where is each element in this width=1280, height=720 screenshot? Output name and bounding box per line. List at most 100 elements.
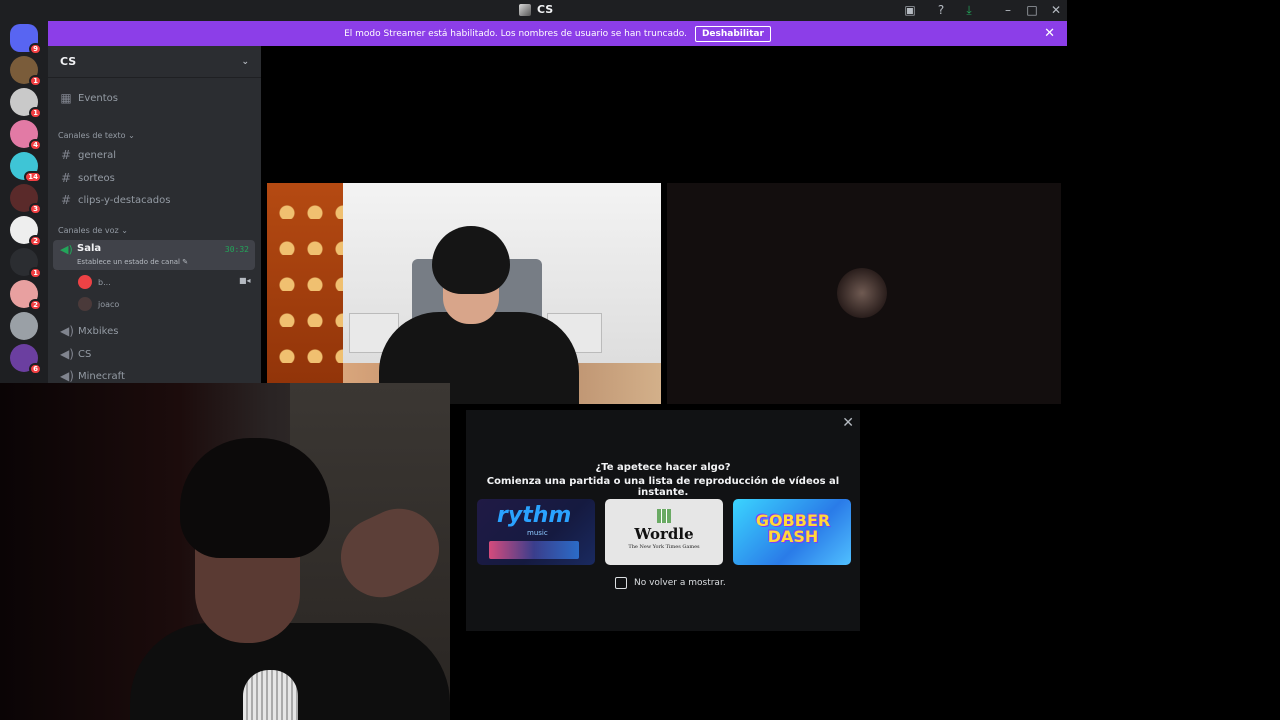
- voice-channel-name: Sala: [77, 243, 102, 254]
- webcam-overlay: [0, 383, 450, 720]
- channel-status-text: Establece un estado de canal: [77, 258, 181, 266]
- hash-icon: #: [60, 148, 72, 162]
- voice-user[interactable]: b...: [78, 274, 111, 290]
- channel-label: Minecraft: [78, 370, 125, 382]
- server-header[interactable]: CS ⌄: [48, 46, 261, 78]
- events-label: Eventos: [78, 92, 118, 104]
- voice-channel-sala[interactable]: ◀) Sala 30:32 Establece un estado de can…: [53, 240, 255, 270]
- maximize-icon[interactable]: □: [1025, 3, 1039, 17]
- notification-badge: 9: [29, 43, 42, 55]
- minimize-icon[interactable]: –: [1001, 3, 1015, 17]
- activity-card-rythm[interactable]: rythm music: [477, 499, 595, 565]
- notification-badge: 1: [29, 267, 42, 279]
- notification-badge: 1: [29, 75, 42, 87]
- speaker-icon: ◀): [60, 243, 73, 256]
- app-icon: [519, 3, 531, 16]
- activity-prompt: ✕ ¿Te apetece hacer algo? Comienza una p…: [466, 410, 860, 631]
- video-tile-user[interactable]: [267, 183, 661, 404]
- dont-show-again[interactable]: No volver a mostrar.: [615, 577, 726, 589]
- notification-badge: 1: [29, 107, 42, 119]
- guild-icon[interactable]: 3: [10, 184, 42, 215]
- guild-list: 9 1 1 4 14 3 2 1 2 6: [0, 21, 48, 383]
- microphone: [243, 670, 298, 720]
- streamer-mode-banner: El modo Streamer está habilitado. Los no…: [48, 21, 1067, 46]
- person-hair: [432, 226, 510, 294]
- voice-channel-cs[interactable]: ◀) CS: [56, 344, 254, 364]
- gobber-dash-title: GOBBER DASH: [755, 511, 831, 546]
- text-category[interactable]: Canales de texto ⌄: [58, 131, 135, 140]
- channel-label: Mxbikes: [78, 325, 119, 337]
- notification-badge: 3: [29, 203, 42, 215]
- hash-icon: #: [60, 193, 72, 207]
- video-tile-dark[interactable]: [667, 183, 1061, 404]
- person: [379, 226, 579, 404]
- screen-icon[interactable]: ▣: [903, 3, 917, 17]
- wordle-title: Wordle: [634, 525, 694, 543]
- channel-sorteos[interactable]: # sorteos: [56, 168, 254, 188]
- checkbox[interactable]: [615, 577, 627, 589]
- curtain: [267, 183, 343, 404]
- speaker-icon: ◀): [60, 347, 74, 361]
- guild-icon[interactable]: 1: [10, 248, 42, 279]
- channel-sidebar: CS ⌄ ▦ Eventos Canales de texto ⌄ # gener…: [48, 46, 261, 383]
- voice-category-label: Canales de voz: [58, 226, 119, 235]
- avatar: [78, 297, 92, 311]
- close-icon[interactable]: ✕: [842, 415, 854, 431]
- window-title: CS: [519, 3, 553, 16]
- guild-icon[interactable]: 6: [10, 344, 42, 375]
- guild-icon[interactable]: 9: [10, 24, 42, 55]
- voice-timer: 30:32: [224, 245, 249, 254]
- rythm-sub: music: [527, 529, 548, 537]
- voice-category[interactable]: Canales de voz ⌄: [58, 226, 128, 235]
- close-icon[interactable]: ✕: [1049, 3, 1063, 17]
- activity-subtitle: Comienza una partida o una lista de repr…: [486, 476, 840, 498]
- guild-icon[interactable]: 14: [10, 152, 42, 183]
- video-icon: ■◂: [239, 276, 251, 285]
- speaker-icon: ◀): [60, 369, 74, 383]
- guild-icon[interactable]: 2: [10, 216, 42, 247]
- voice-channel-minecraft[interactable]: ◀) Minecraft: [56, 366, 254, 383]
- voice-user-name: joaco: [98, 299, 120, 309]
- channel-status[interactable]: Establece un estado de canal ✎: [77, 258, 188, 266]
- calendar-icon: ▦: [60, 91, 72, 105]
- download-icon[interactable]: ⤓: [962, 3, 976, 17]
- checkbox-label: No volver a mostrar.: [634, 578, 726, 588]
- channel-label: CS: [78, 348, 92, 360]
- person-hair: [180, 438, 330, 558]
- disable-streamer-button[interactable]: Deshabilitar: [694, 25, 771, 42]
- hash-icon: #: [60, 171, 72, 185]
- voice-channel-mxbikes[interactable]: ◀) Mxbikes: [56, 321, 254, 341]
- rythm-screenshot: [489, 541, 579, 559]
- events-item[interactable]: ▦ Eventos: [56, 88, 254, 108]
- channel-clips[interactable]: # clips-y-destacados: [56, 190, 254, 210]
- wordle-grid-icon: [657, 509, 671, 523]
- streamer-banner-text: El modo Streamer está habilitado. Los no…: [344, 28, 687, 39]
- guild-icon[interactable]: 1: [10, 56, 42, 87]
- chevron-down-icon: ⌄: [241, 56, 249, 67]
- avatar: [78, 275, 92, 289]
- window-title-text: CS: [537, 3, 554, 16]
- guild-icon[interactable]: 2: [10, 280, 42, 311]
- user-avatar: [837, 268, 887, 318]
- speaker-icon: ◀): [60, 324, 74, 338]
- close-banner-icon[interactable]: ✕: [1044, 26, 1055, 41]
- guild-icon[interactable]: 1: [10, 88, 42, 119]
- notification-badge: 6: [29, 363, 42, 375]
- guild-icon[interactable]: 4: [10, 120, 42, 151]
- voice-user[interactable]: joaco: [78, 296, 119, 312]
- server-name: CS: [60, 55, 77, 68]
- notification-badge: 2: [29, 235, 42, 247]
- notification-badge: 2: [29, 299, 42, 311]
- help-icon[interactable]: ?: [934, 3, 948, 17]
- channel-general[interactable]: # general: [56, 145, 254, 165]
- notification-badge: 14: [24, 171, 42, 183]
- guild-icon[interactable]: [10, 312, 38, 340]
- activity-card-wordle[interactable]: Wordle The New York Times Games: [605, 499, 723, 565]
- activity-title: ¿Te apetece hacer algo?: [595, 462, 731, 473]
- activity-card-gobber-dash[interactable]: GOBBER DASH: [733, 499, 851, 565]
- wordle-publisher: The New York Times Games: [628, 544, 700, 550]
- channel-label: sorteos: [78, 172, 115, 184]
- text-category-label: Canales de texto: [58, 131, 126, 140]
- channel-label: clips-y-destacados: [78, 194, 171, 206]
- rythm-logo: rythm: [497, 503, 572, 528]
